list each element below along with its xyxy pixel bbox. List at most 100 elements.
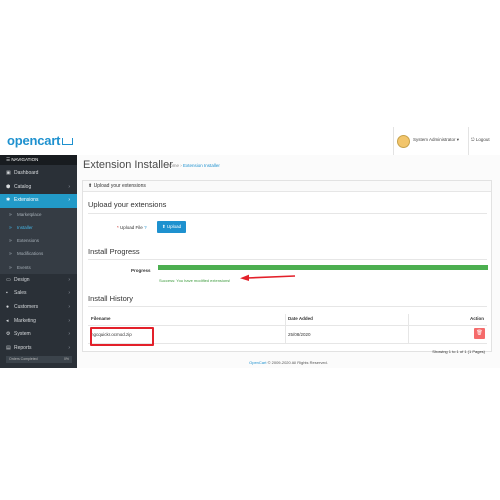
- chevron-right-icon: ›: [68, 276, 70, 283]
- menu-icon: ☰: [6, 157, 11, 162]
- footer: OpenCart © 2009-2020 All Rights Reserved…: [77, 360, 500, 365]
- chevron-down-icon: ›: [68, 197, 70, 204]
- install-history-title: Install History: [88, 294, 134, 303]
- user-icon: ●: [6, 303, 10, 310]
- breadcrumb: Home › Extension Installer: [167, 163, 220, 168]
- progress-bar: [158, 265, 488, 270]
- sidebar-item-label: Marketplace: [17, 211, 42, 217]
- opencart-logo[interactable]: opencart: [7, 133, 74, 148]
- sidebar-item-design[interactable]: ▭ Design ›: [0, 274, 77, 288]
- chevron-right-icon: ›: [68, 303, 70, 310]
- sidebar-item-label: Events: [17, 264, 31, 270]
- monitor-icon: ▭: [6, 276, 11, 283]
- user-name: System Administrator: [413, 137, 456, 142]
- install-progress-title: Install Progress: [88, 247, 140, 256]
- avatar: [397, 135, 410, 148]
- navigation-header: ☰ NAVIGATION: [0, 155, 77, 165]
- sidebar-item-system[interactable]: ⚙ System ›: [0, 328, 77, 342]
- upload-file-label: * Upload File ?: [117, 225, 147, 230]
- sidebar-item-catalog[interactable]: ⬢ Catalog ›: [0, 181, 77, 195]
- sidebar-item-sales[interactable]: ▪ Sales ›: [0, 287, 77, 301]
- sidebar-item-extensions[interactable]: ✱ Extensions ›: [0, 194, 77, 208]
- cart-icon: [62, 138, 74, 146]
- pagination-summary: Showing 1 to 1 of 1 (1 Pages): [432, 349, 485, 354]
- date-added-cell: 25/08/2020: [288, 332, 311, 337]
- chevron-right-icon: ›: [68, 317, 70, 324]
- sidebar-item-label: Sales: [14, 290, 27, 297]
- progress-bar-fill: [158, 265, 488, 270]
- sidebar-item-label: System: [14, 331, 31, 338]
- sidebar-item-label: Catalog: [14, 183, 32, 190]
- megaphone-icon: ◂: [6, 317, 9, 324]
- tag-icon: ⬢: [6, 183, 11, 190]
- progress-label: Progress: [131, 268, 151, 273]
- footer-copyright: © 2009-2020 All Rights Reserved.: [266, 360, 328, 365]
- upload-icon: ⬆: [88, 183, 93, 189]
- sidebar-item-label: Extensions: [14, 197, 39, 204]
- main-content: Extension Installer Home › Extension Ins…: [77, 155, 500, 368]
- sidebar-item-label: Installer: [17, 224, 33, 230]
- upload-button[interactable]: ⬆ Upload: [157, 221, 186, 233]
- sidebar-item-label: Reports: [14, 344, 32, 351]
- upload-file-label-text: Upload File: [120, 225, 143, 230]
- logo-text: opencart: [7, 133, 61, 148]
- sidebar-item-label: Marketing: [14, 317, 36, 324]
- sidebar-subitem-events[interactable]: » Events: [0, 260, 77, 274]
- filename-highlight-box: [90, 327, 154, 346]
- divider: [88, 259, 487, 260]
- sidebar-subitem-marketplace[interactable]: » Marketplace: [0, 207, 77, 221]
- sidebar-item-dashboard[interactable]: ▣ Dashboard: [0, 167, 77, 181]
- logout-icon: ⎋: [471, 137, 475, 142]
- installer-panel: ⬆ Upload your extensions Upload your ext…: [82, 180, 492, 354]
- column-header-action: Action: [470, 316, 484, 321]
- column-header-date-added[interactable]: Date Added: [288, 314, 313, 324]
- dashboard-icon: ▣: [6, 170, 11, 176]
- chevron-right-icon: ›: [68, 290, 70, 297]
- app-window: opencart System Administrator ▾ ⎋ Logout…: [0, 127, 500, 368]
- top-header: opencart System Administrator ▾ ⎋ Logout: [0, 127, 500, 156]
- sidebar-subitem-extensions[interactable]: » Extensions: [0, 234, 77, 248]
- sidebar-item-label: Customers: [14, 303, 39, 310]
- sidebar-subitem-modifications[interactable]: » Modifications: [0, 247, 77, 261]
- divider: [88, 306, 487, 307]
- chevron-right-icon: ›: [68, 183, 70, 190]
- trash-icon: 🗑: [476, 330, 483, 336]
- progress-success-message: Success: You have modified extensions!: [159, 278, 231, 283]
- sidebar-item-customers[interactable]: ● Customers ›: [0, 301, 77, 315]
- logout-label: Logout: [475, 137, 490, 142]
- sidebar-item-label: Modifications: [17, 251, 44, 257]
- sidebar-item-label: Extensions: [17, 238, 40, 244]
- sidebar: ☰ NAVIGATION ▣ Dashboard ⬢ Catalog › ✱ Exten…: [0, 155, 77, 368]
- orders-completed-label: Orders Completed: [9, 357, 38, 361]
- breadcrumb-home[interactable]: Home: [167, 163, 179, 168]
- panel-heading: ⬆ Upload your extensions: [83, 181, 491, 192]
- orders-completed-percent: 0%: [63, 357, 69, 361]
- navigation-title: NAVIGATION: [11, 157, 39, 162]
- divider: [88, 213, 487, 214]
- user-name-wrap: System Administrator ▾: [413, 137, 459, 143]
- sidebar-menu: ▣ Dashboard ⬢ Catalog › ✱ Extensions › » Marke…: [0, 167, 77, 355]
- puzzle-icon: ✱: [6, 197, 11, 204]
- chevron-right-icon: ›: [68, 344, 70, 351]
- gear-icon: ⚙: [6, 331, 11, 338]
- upload-section-title: Upload your extensions: [88, 200, 167, 209]
- column-header-filename[interactable]: Filename: [91, 314, 111, 324]
- chevron-right-icon: ›: [68, 331, 70, 338]
- footer-brand-link[interactable]: OpenCart: [249, 360, 266, 365]
- sidebar-subitem-installer[interactable]: » Installer: [0, 220, 77, 235]
- orders-completed-stat: Orders Completed 0%: [6, 356, 72, 363]
- required-marker: *: [117, 225, 119, 230]
- help-icon[interactable]: ?: [144, 225, 147, 230]
- bar-chart-icon: ▤: [6, 344, 11, 351]
- sidebar-item-label: Design: [14, 276, 30, 283]
- delete-button[interactable]: 🗑: [474, 328, 485, 339]
- sidebar-item-label: Dashboard: [14, 170, 39, 176]
- panel-heading-text: Upload your extensions: [93, 183, 146, 189]
- breadcrumb-current[interactable]: Extension Installer: [183, 163, 220, 168]
- sidebar-item-marketing[interactable]: ◂ Marketing ›: [0, 315, 77, 329]
- annotation-arrow-icon: [240, 274, 296, 281]
- logout-link[interactable]: ⎋ Logout: [471, 137, 490, 142]
- sidebar-item-reports[interactable]: ▤ Reports ›: [0, 342, 77, 356]
- caret-down-icon: ▾: [456, 137, 460, 142]
- user-menu[interactable]: System Administrator ▾: [393, 127, 469, 155]
